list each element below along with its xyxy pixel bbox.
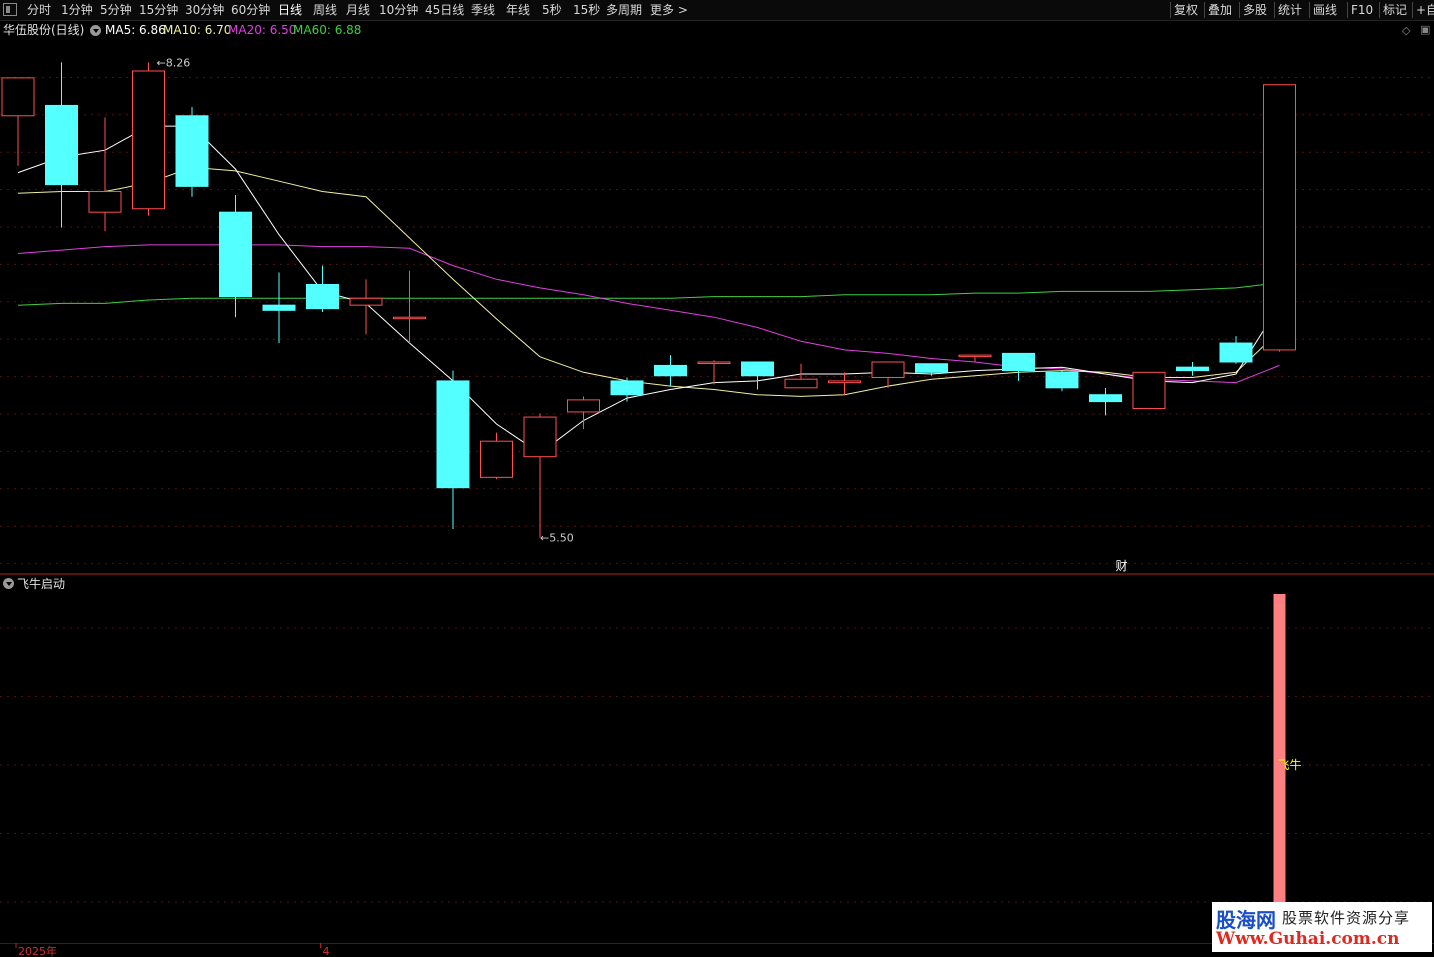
period-tab[interactable]: 分时 [27, 2, 51, 18]
candle-body [610, 380, 644, 396]
candle[interactable] [697, 360, 731, 385]
candle-body [349, 297, 383, 306]
candle-body [958, 354, 992, 358]
candle-body [306, 284, 339, 310]
candle[interactable] [480, 432, 513, 480]
period-tab[interactable]: 5分钟 [100, 2, 132, 18]
finance-marker[interactable]: 财 [1116, 559, 1128, 573]
candle-body [262, 304, 296, 311]
candle-body [828, 380, 861, 384]
candle-body [219, 211, 252, 298]
candle[interactable] [1176, 361, 1209, 376]
date-label: 2025年 [18, 944, 57, 957]
candle[interactable] [1089, 387, 1122, 416]
tool-button[interactable]: 统计 [1278, 2, 1302, 18]
period-tab[interactable]: 年线 [506, 2, 530, 18]
candle[interactable] [828, 372, 861, 395]
candle[interactable] [523, 413, 557, 538]
candle-body [915, 363, 948, 373]
candle-body [1176, 366, 1209, 372]
tool-button[interactable]: 标记 [1383, 2, 1407, 18]
ma20-line [17, 244, 1280, 384]
period-tab[interactable]: 15分钟 [139, 2, 178, 18]
candle[interactable] [1045, 370, 1079, 392]
watermark-tagline: 股票软件资源分享 [1282, 909, 1411, 927]
period-tab[interactable]: 日线 [278, 2, 302, 18]
candle-body [784, 378, 818, 389]
period-tab[interactable]: 1分钟 [61, 2, 93, 18]
period-tab[interactable]: 周线 [313, 2, 337, 18]
candle-body [175, 115, 209, 187]
watermark-banner: 股海网 股票软件资源分享 Www.Guhai.com.cn [1212, 902, 1432, 952]
ma10-line [17, 166, 1280, 397]
candlestick-chart[interactable]: ←8.26 ←5.50 财 [0, 20, 1434, 576]
candle-body [523, 416, 557, 458]
candle[interactable] [1219, 336, 1253, 364]
candle[interactable] [219, 194, 252, 318]
candle-body [1263, 84, 1296, 351]
candle[interactable] [567, 396, 600, 430]
candle-body [1002, 352, 1035, 372]
tool-button[interactable]: 画线 [1313, 2, 1337, 18]
tool-button[interactable]: 复权 [1174, 2, 1198, 18]
period-tab[interactable]: 30分钟 [185, 2, 224, 18]
candle-body [88, 191, 122, 213]
tool-button[interactable]: 叠加 [1208, 2, 1232, 18]
period-tab[interactable]: 45日线 [425, 2, 464, 18]
candle[interactable] [175, 107, 209, 197]
period-tab[interactable]: 月线 [346, 2, 370, 18]
period-tab[interactable]: 60分钟 [231, 2, 270, 18]
candle-body [1, 77, 35, 117]
window-toggle-icon[interactable] [3, 3, 17, 16]
candle-body [436, 380, 470, 489]
candle-body [654, 364, 687, 377]
candle[interactable] [1263, 84, 1296, 352]
period-tab[interactable]: 5秒 [542, 2, 562, 18]
tool-button[interactable]: +自 [1416, 2, 1434, 18]
candle-body [393, 316, 426, 320]
candle-body [697, 361, 731, 364]
period-toolbar: 分时 1分钟 5分钟 15分钟 30分钟 60分钟 日线 周线 月线 10分钟 45日线 季线 年线 5秒… [0, 0, 1434, 21]
period-tab[interactable]: 15秒 [573, 2, 600, 18]
candle[interactable] [88, 117, 122, 232]
candle-body [567, 399, 600, 413]
tool-button[interactable]: F10 [1351, 2, 1373, 18]
date-label: 4 [323, 945, 330, 957]
date-labels: 2025年 4 [15, 943, 330, 957]
candle[interactable] [654, 355, 687, 387]
candle[interactable] [306, 265, 339, 313]
candle-body [1132, 371, 1166, 409]
candle-body [45, 104, 78, 186]
watermark-url: Www.Guhai.com.cn [1216, 929, 1400, 949]
candle[interactable] [349, 279, 383, 335]
candle-body [871, 361, 905, 378]
candle[interactable] [1132, 371, 1166, 409]
candle-body [132, 70, 165, 210]
candle-body [1219, 342, 1253, 363]
candle[interactable] [262, 272, 296, 344]
price-gridlines [0, 76, 1434, 565]
candle[interactable] [436, 370, 470, 530]
period-tab[interactable]: 多周期 [606, 2, 642, 18]
low-price-label: ←5.50 [540, 532, 574, 545]
candle-body [741, 361, 774, 377]
period-tab[interactable]: 10分钟 [379, 2, 418, 18]
candle-body [480, 440, 513, 478]
candle[interactable] [741, 361, 774, 390]
indicator-gridlines [0, 627, 1434, 903]
high-price-label: ←8.26 [157, 56, 191, 69]
period-tab[interactable]: 更多 > [650, 2, 688, 18]
signal-label: 飞牛 [1278, 757, 1302, 772]
candle[interactable] [45, 62, 78, 228]
ma60-line [17, 282, 1280, 306]
candle[interactable] [132, 62, 165, 216]
tool-button[interactable]: 多股 [1243, 2, 1267, 18]
indicator-chart[interactable]: 飞牛 [0, 576, 1434, 942]
candle[interactable] [610, 377, 644, 402]
candle-body [1089, 394, 1122, 403]
candle-body [1045, 371, 1079, 389]
candles [1, 62, 1296, 538]
period-tab[interactable]: 季线 [471, 2, 495, 18]
